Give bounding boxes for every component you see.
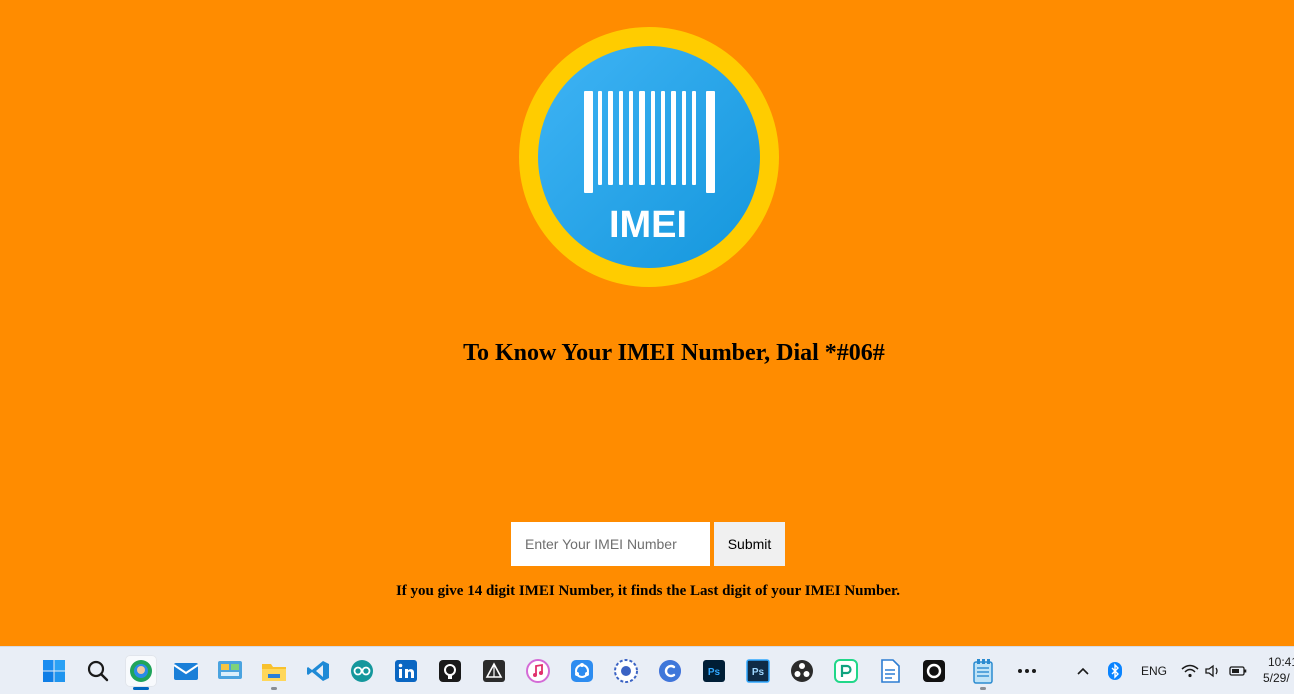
- imei-input[interactable]: [511, 522, 710, 566]
- battery-icon[interactable]: [1222, 655, 1254, 687]
- more-icon[interactable]: [1011, 655, 1043, 687]
- file-explorer-icon[interactable]: [258, 655, 290, 690]
- notepad-icon[interactable]: [967, 655, 999, 690]
- search-icon[interactable]: [82, 655, 114, 687]
- clock-date[interactable]: 5/29/: [1263, 671, 1290, 685]
- instruction-note: If you give 14 digit IMEI Number, it fin…: [395, 583, 901, 599]
- running-indicator: [271, 687, 277, 690]
- control-panel-icon[interactable]: [214, 655, 246, 687]
- taskbar: Ps Ps ENG 10:4 5/29/: [0, 646, 1294, 694]
- vscode-icon[interactable]: [302, 655, 334, 687]
- photoshop-icon[interactable]: Ps: [698, 655, 730, 687]
- arduino-icon[interactable]: [346, 655, 378, 687]
- page: IMEI To Know Your IMEI Number, Dial *#06…: [0, 0, 1294, 694]
- github-icon[interactable]: [434, 655, 466, 687]
- inkscape-icon[interactable]: [478, 655, 510, 687]
- bluetooth-icon[interactable]: [1099, 655, 1131, 687]
- clock-time[interactable]: 10:41: [1268, 655, 1294, 669]
- imei-logo: IMEI: [519, 27, 779, 287]
- linkedin-icon[interactable]: [390, 655, 422, 687]
- terminal-icon[interactable]: [918, 655, 950, 687]
- start-icon[interactable]: [38, 655, 70, 687]
- chrome-like-icon[interactable]: [610, 655, 642, 687]
- docs-icon[interactable]: [874, 655, 906, 687]
- itunes-icon[interactable]: [522, 655, 554, 687]
- edge-icon[interactable]: [125, 655, 157, 690]
- obs-icon[interactable]: [786, 655, 818, 687]
- pycharm-icon[interactable]: [830, 655, 862, 687]
- logo-text: IMEI: [609, 204, 687, 246]
- canva-icon[interactable]: [654, 655, 686, 687]
- running-indicator: [980, 687, 986, 690]
- recycle-icon[interactable]: [566, 655, 598, 687]
- submit-button[interactable]: Submit: [714, 522, 785, 566]
- photoshop-alt-icon[interactable]: Ps: [742, 655, 774, 687]
- mail-icon[interactable]: [170, 655, 202, 687]
- svg-text:Ps: Ps: [752, 667, 765, 678]
- page-heading: To Know Your IMEI Number, Dial *#06#: [463, 340, 885, 366]
- chevron-up-icon[interactable]: [1067, 655, 1099, 687]
- active-indicator: [133, 687, 149, 690]
- svg-text:Ps: Ps: [708, 667, 721, 678]
- language-indicator[interactable]: ENG: [1141, 664, 1167, 678]
